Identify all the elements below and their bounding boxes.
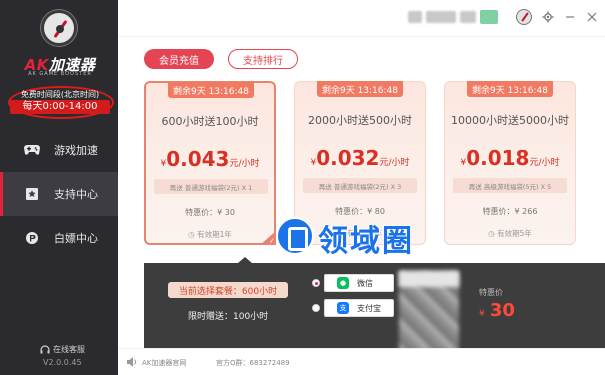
plan-title: 600小时送100小时: [161, 115, 259, 128]
unit-price: ¥0.032元/小时: [310, 146, 410, 170]
brand-subtitle: AK GAME BOOSTER: [28, 71, 92, 77]
bonus-gift: 再送 普通游戏福袋(2元) X 1: [154, 179, 268, 194]
speaker-icon: [127, 357, 137, 367]
clock-icon: ◷: [488, 229, 498, 238]
wechat-radio[interactable]: [312, 279, 320, 287]
bonus-gift: 再送 普通游戏福袋(2元) X 3: [303, 178, 417, 193]
bonus-gift: 再送 高级游戏福袋(5元) X 5: [453, 178, 567, 193]
main-content: 会员充值 支持排行 剩余9天 13:16:48 600小时送100小时 ¥0.0…: [118, 36, 605, 375]
wechat-pay-button[interactable]: ● 微信: [324, 274, 394, 292]
alipay-icon: 支: [337, 302, 349, 314]
nav-item-label: 游戏加速: [54, 144, 98, 157]
watermark: 领域圈: [276, 214, 414, 262]
title-bar: [118, 0, 605, 36]
special-price: 特惠价：¥ 266: [482, 207, 538, 216]
unit-price: ¥0.043元/小时: [160, 147, 260, 171]
minimize-icon[interactable]: [562, 9, 578, 25]
customer-service-link[interactable]: 在线客服: [53, 344, 85, 355]
plan-title: 10000小时送5000小时: [451, 114, 569, 127]
footer: AK加速器官网 官方Q群：683272489: [118, 348, 605, 375]
sidebar: AK加速器 AK GAME BOOSTER 免费时间段(北京时间) 每天0:00…: [0, 0, 118, 375]
blurred-user-info: [408, 11, 422, 23]
watermark-logo-icon: [276, 217, 314, 255]
countdown-badge: 剩余9天 13:16:48: [317, 81, 403, 97]
free-period-label: 免费时间段(北京时间): [20, 90, 100, 99]
ticket-icon: [24, 230, 40, 246]
countdown-badge: 剩余9天 13:16:48: [168, 82, 254, 98]
blurred-user-info: [460, 11, 476, 23]
nav-item-support-center[interactable]: 支持中心: [0, 172, 118, 216]
selected-plan-label: 当前选择套餐：600小时: [168, 282, 288, 298]
unit-price: ¥0.018元/小时: [460, 146, 560, 170]
wechat-icon: ●: [337, 277, 349, 289]
gift-label: 限时赠送：100小时: [188, 312, 269, 322]
nav-item-label: 支持中心: [54, 188, 98, 201]
official-site-link[interactable]: AK加速器官网: [142, 358, 186, 368]
close-icon[interactable]: [584, 9, 600, 25]
alipay-pay-button[interactable]: 支 支付宝: [324, 299, 394, 317]
payment-price: ¥ 30: [479, 300, 515, 321]
tab-membership-recharge[interactable]: 会员充值: [144, 49, 214, 69]
nav-item-label: 白嫖中心: [54, 232, 98, 245]
user-status-badge: [480, 10, 498, 24]
plan-card-10000h[interactable]: 剩余9天 13:16:48 10000小时送5000小时 ¥0.018元/小时 …: [444, 81, 576, 245]
special-price: 特惠价：¥ 30: [185, 208, 235, 217]
validity: ◷ 有效期5年: [488, 229, 532, 238]
official-qq-group: 官方Q群：683272489: [216, 359, 290, 367]
countdown-badge: 剩余9天 13:16:48: [467, 81, 553, 97]
blurred-user-info: [426, 11, 456, 23]
logo-icon: [41, 10, 77, 46]
avatar[interactable]: [516, 9, 532, 25]
validity: ◷ 有效期1年: [188, 230, 232, 239]
special-price-label: 特惠价: [479, 288, 503, 297]
star-icon: [24, 186, 40, 202]
nav-item-game-boost[interactable]: 游戏加速: [0, 128, 118, 172]
version-label: V2.0.0.45: [43, 358, 82, 367]
alipay-radio[interactable]: [312, 304, 320, 312]
plan-title: 2000小时送500小时: [308, 114, 412, 127]
plan-card-600h[interactable]: 剩余9天 13:16:48 600小时送100小时 ¥0.043元/小时 再送 …: [144, 81, 276, 245]
gamepad-icon: [24, 142, 40, 158]
nav-item-freebie-center[interactable]: 白嫖中心: [0, 216, 118, 260]
free-period-time: 每天0:00-14:00: [10, 100, 110, 114]
tab-support-ranking[interactable]: 支持排行: [228, 49, 298, 69]
watermark-text: 领域圈: [318, 224, 414, 259]
settings-gear-icon[interactable]: [540, 9, 556, 25]
headset-icon[interactable]: [40, 345, 50, 355]
clock-icon: ◷: [188, 230, 198, 239]
